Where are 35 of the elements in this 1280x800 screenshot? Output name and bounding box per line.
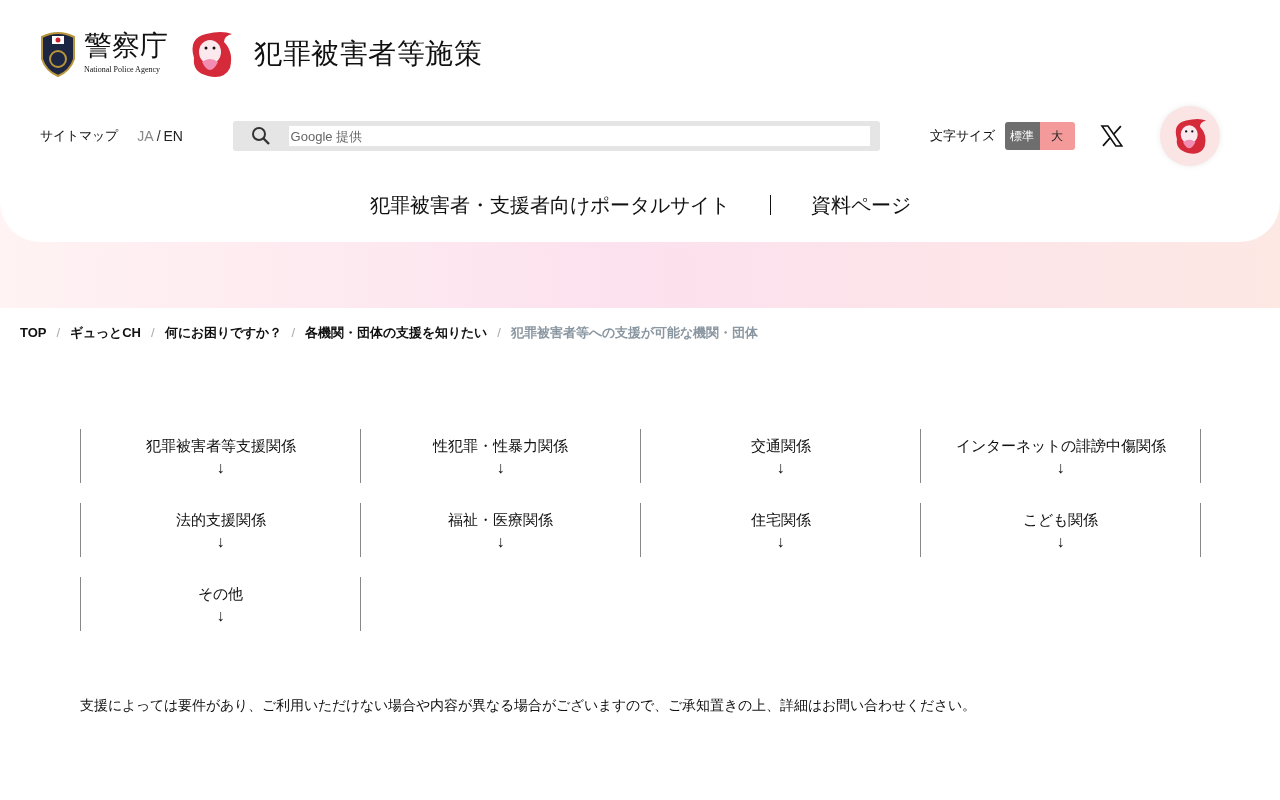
police-emblem-icon (40, 31, 76, 77)
breadcrumb-separator: / (56, 324, 61, 342)
x-logo-icon[interactable] (1099, 124, 1124, 148)
font-size-label: 文字サイズ (930, 127, 996, 146)
category-link[interactable]: 犯罪被害者等支援関係 ↓ (80, 428, 361, 483)
site-title[interactable]: 犯罪被害者等施策 (254, 33, 483, 75)
category-link[interactable]: 法的支援関係 ↓ (80, 502, 361, 557)
search-field[interactable]: Google 提供 (288, 126, 871, 146)
category-link[interactable]: 交通関係 ↓ (640, 428, 921, 483)
agency-name: 警察庁 (84, 32, 168, 60)
notice-text: 支援によっては要件があり、ご利用いただけない場合や内容が異なる場合がございますので、ご承知置きの上、詳細はお問い合わせください。 (80, 695, 977, 715)
mascot-button[interactable] (1160, 106, 1220, 166)
category-link[interactable]: 福祉・医療関係 ↓ (360, 502, 641, 557)
breadcrumb-separator: / (150, 324, 155, 342)
category-link[interactable]: こども関係 ↓ (920, 502, 1201, 557)
category-link[interactable]: 住宅関係 ↓ (640, 502, 921, 557)
breadcrumb-separator: / (497, 324, 501, 342)
category-link[interactable]: その他 ↓ (80, 576, 361, 631)
language-link[interactable]: JA (137, 125, 154, 147)
breadcrumb-separator: / (291, 324, 296, 342)
breadcrumb-link[interactable]: 何にお困りですか？ (164, 323, 282, 343)
font-size-button[interactable]: 大 (1039, 122, 1075, 150)
breadcrumb-link[interactable]: 各機関・団体の支援を知りたい (305, 323, 488, 343)
nav-link[interactable]: 犯罪被害者・支援者向けポータルサイト (369, 190, 730, 220)
font-size-button[interactable]: 標準 (1005, 122, 1040, 150)
search-icon[interactable] (250, 126, 271, 146)
language-separator: / (156, 126, 161, 146)
sitemap-link[interactable]: サイトマップ (40, 126, 138, 146)
category-link[interactable]: 性犯罪・性暴力関係 ↓ (360, 428, 641, 483)
category-link[interactable]: インターネットの誹謗中傷関係 ↓ (920, 428, 1201, 483)
breadcrumb-link[interactable]: TOP (20, 323, 47, 343)
nav-link[interactable]: 資料ページ (810, 190, 911, 220)
agency-name-english: National Police Agency (84, 64, 161, 76)
breadcrumb-link[interactable]: ギュっとCH (70, 323, 141, 343)
language-link[interactable]: EN (163, 125, 183, 147)
